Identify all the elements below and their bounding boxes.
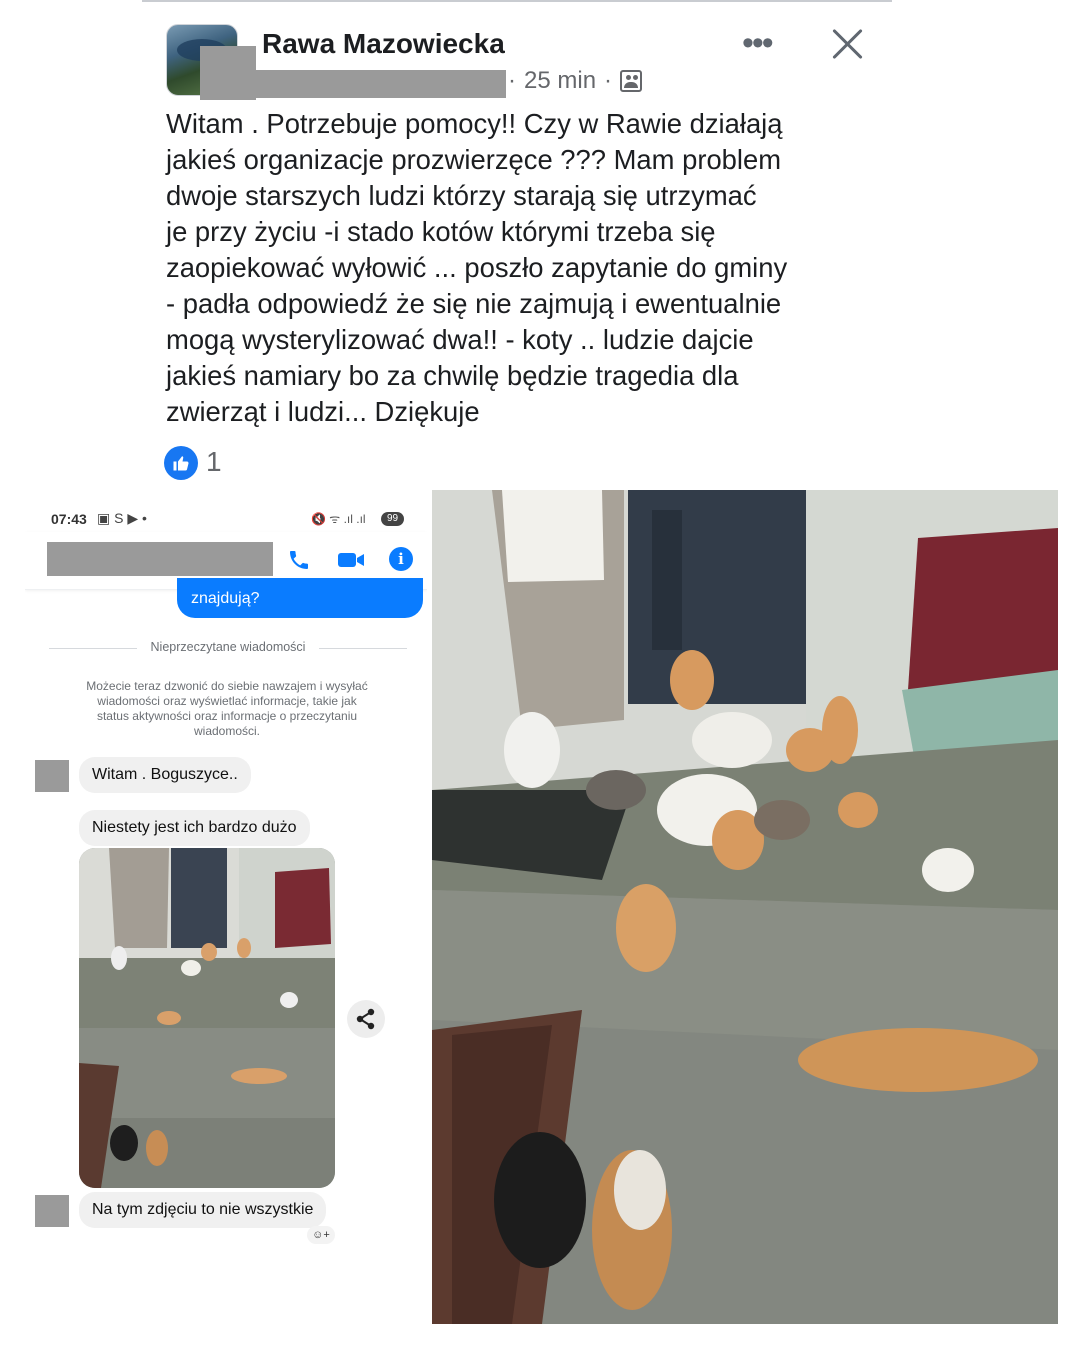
- post-text-line: je przy życiu -i stado kotów którymi trz…: [166, 216, 716, 247]
- post-text-line: zwierząt i ludzi... Dziękuje: [166, 396, 480, 427]
- post-meta: · 25 min ·: [508, 67, 643, 95]
- post-text-line: mogą wysterylizować dwa!! - koty .. ludz…: [166, 324, 754, 355]
- cats-photo[interactable]: [432, 490, 1058, 1324]
- contact-name-redacted[interactable]: [47, 542, 273, 576]
- phone-icon[interactable]: [287, 548, 311, 572]
- sent-message-bubble[interactable]: znajdują?: [177, 578, 423, 618]
- post-text-line: dwoje starszych ludzi którzy starają się…: [166, 180, 757, 211]
- cats-photo-thumbnail[interactable]: [79, 848, 335, 1188]
- received-message-bubble[interactable]: Na tym zdjęciu to nie wszystkie: [79, 1192, 327, 1228]
- post-text: Witam . Potrzebuje pomocy!! Czy w Rawie …: [166, 106, 886, 430]
- encryption-notice: Możecie teraz dzwonić do siebie nawzajem…: [86, 679, 368, 738]
- status-icons: ▣ S ▶ •: [97, 510, 147, 526]
- status-time: 07:43: [51, 511, 87, 527]
- status-signal-icons: 🔇 ᯤ .ıl .ıl: [311, 512, 366, 526]
- group-audience-icon: [620, 70, 643, 92]
- post-text-line: zaopiekować wyłowić ... poszło zapytanie…: [166, 252, 788, 283]
- like-count[interactable]: 1: [206, 446, 222, 478]
- top-divider: [142, 0, 892, 2]
- thumbs-up-icon[interactable]: [164, 446, 198, 480]
- contact-avatar-redacted[interactable]: [35, 760, 69, 792]
- post-text-line: Witam . Potrzebuje pomocy!! Czy w Rawie …: [166, 108, 783, 139]
- group-name[interactable]: Rawa Mazowiecka: [262, 28, 505, 60]
- post-text-line: - padła odpowiedź że się nie zajmują i e…: [166, 288, 782, 319]
- add-reaction-icon[interactable]: ☺+: [307, 1226, 335, 1244]
- received-message-bubble[interactable]: Witam . Boguszyce..: [79, 757, 251, 793]
- meta-separator: ·: [604, 67, 613, 94]
- unread-divider-label: Nieprzeczytane wiadomości: [150, 640, 306, 654]
- contact-avatar-redacted[interactable]: [35, 1195, 69, 1227]
- unread-divider: Nieprzeczytane wiadomości: [49, 640, 407, 656]
- messenger-screenshot: 07:43 ▣ S ▶ • 🔇 ᯤ .ıl .ıl 99 i znajdują?…: [25, 492, 427, 1244]
- meta-separator: ·: [508, 67, 516, 94]
- more-horizontal-icon[interactable]: •••: [742, 26, 774, 60]
- share-icon[interactable]: [347, 1000, 385, 1038]
- post-text-line: jakieś organizacje prozwierzęce ??? Mam …: [166, 144, 782, 175]
- post-time[interactable]: 25 min: [524, 67, 596, 95]
- author-name-redacted[interactable]: [240, 70, 506, 98]
- post-text-line: jakieś namiary bo za chwilę będzie trage…: [166, 360, 739, 391]
- close-icon[interactable]: [828, 24, 868, 64]
- received-message-bubble[interactable]: Niestety jest ich bardzo dużo: [79, 810, 310, 846]
- info-icon[interactable]: i: [389, 547, 413, 571]
- notification-badge: 99: [381, 512, 404, 526]
- video-camera-icon[interactable]: [337, 548, 365, 572]
